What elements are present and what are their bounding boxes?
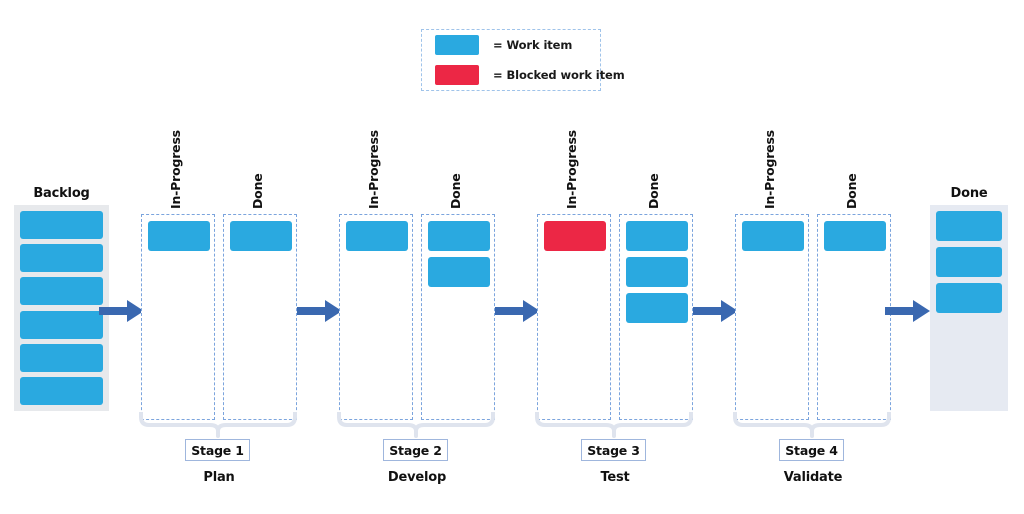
final-done-tray (930, 205, 1008, 411)
lane-title-in-progress: In-Progress (168, 130, 183, 209)
stage-brace (139, 410, 297, 438)
work-item-card[interactable] (626, 293, 688, 323)
backlog-title: Backlog (33, 186, 90, 201)
flow-arrow (885, 298, 931, 324)
stage-badge-1: Stage 1 (185, 439, 250, 461)
backlog-card[interactable] (20, 376, 103, 405)
work-item-card[interactable] (428, 221, 490, 251)
lane-done[interactable] (619, 214, 693, 420)
stage-name-4: Validate (783, 470, 843, 485)
backlog-card[interactable] (20, 310, 103, 339)
lane-in-progress[interactable] (537, 214, 611, 420)
lane-in-progress[interactable] (735, 214, 809, 420)
lane-done[interactable] (817, 214, 891, 420)
legend-row-work-item: = Work item (422, 30, 600, 60)
work-item-swatch (435, 35, 479, 55)
stage-badge-3: Stage 3 (581, 439, 646, 461)
lane-done[interactable] (421, 214, 495, 420)
backlog-card[interactable] (20, 277, 103, 306)
work-item-card[interactable] (626, 221, 688, 251)
stage-badge-2: Stage 2 (383, 439, 448, 461)
flow-arrow (99, 298, 145, 324)
stage-brace (337, 410, 495, 438)
flow-arrow (495, 298, 541, 324)
legend-row-blocked-work-item: = Blocked work item (422, 60, 625, 90)
blocked-work-item-card[interactable] (544, 221, 606, 251)
flow-arrow (693, 298, 739, 324)
work-item-card[interactable] (824, 221, 886, 251)
backlog-card[interactable] (20, 343, 103, 372)
done-card[interactable] (936, 283, 1002, 313)
work-item-card[interactable] (428, 257, 490, 287)
flow-arrow (297, 298, 343, 324)
stage-brace (535, 410, 693, 438)
stage-brace (733, 410, 891, 438)
stage-name-3: Test (600, 470, 630, 485)
done-card[interactable] (936, 211, 1002, 241)
lane-in-progress[interactable] (141, 214, 215, 420)
lane-done[interactable] (223, 214, 297, 420)
work-item-card[interactable] (626, 257, 688, 287)
lane-title-in-progress: In-Progress (762, 130, 777, 209)
legend-label-work-item: = Work item (493, 38, 573, 52)
legend-label-blocked-work-item: = Blocked work item (493, 68, 625, 82)
kanban-board: = Work item = Blocked work item Backlog (0, 0, 1024, 514)
done-card[interactable] (936, 247, 1002, 277)
stage-badge-4: Stage 4 (779, 439, 844, 461)
backlog-tray (14, 205, 109, 411)
lane-title-done: Done (448, 173, 463, 209)
stage-name-2: Develop (387, 470, 447, 485)
final-done-title: Done (950, 186, 988, 201)
backlog-card[interactable] (20, 211, 103, 239)
lane-title-done: Done (844, 173, 859, 209)
legend: = Work item = Blocked work item (421, 29, 625, 91)
work-item-card[interactable] (148, 221, 210, 251)
work-item-card[interactable] (742, 221, 804, 251)
lane-in-progress[interactable] (339, 214, 413, 420)
lane-title-in-progress: In-Progress (366, 130, 381, 209)
stage-name-1: Plan (203, 470, 235, 485)
lane-title-in-progress: In-Progress (564, 130, 579, 209)
work-item-card[interactable] (230, 221, 292, 251)
blocked-work-item-swatch (435, 65, 479, 85)
work-item-card[interactable] (346, 221, 408, 251)
backlog-card[interactable] (20, 244, 103, 273)
lane-title-done: Done (250, 173, 265, 209)
lane-title-done: Done (646, 173, 661, 209)
